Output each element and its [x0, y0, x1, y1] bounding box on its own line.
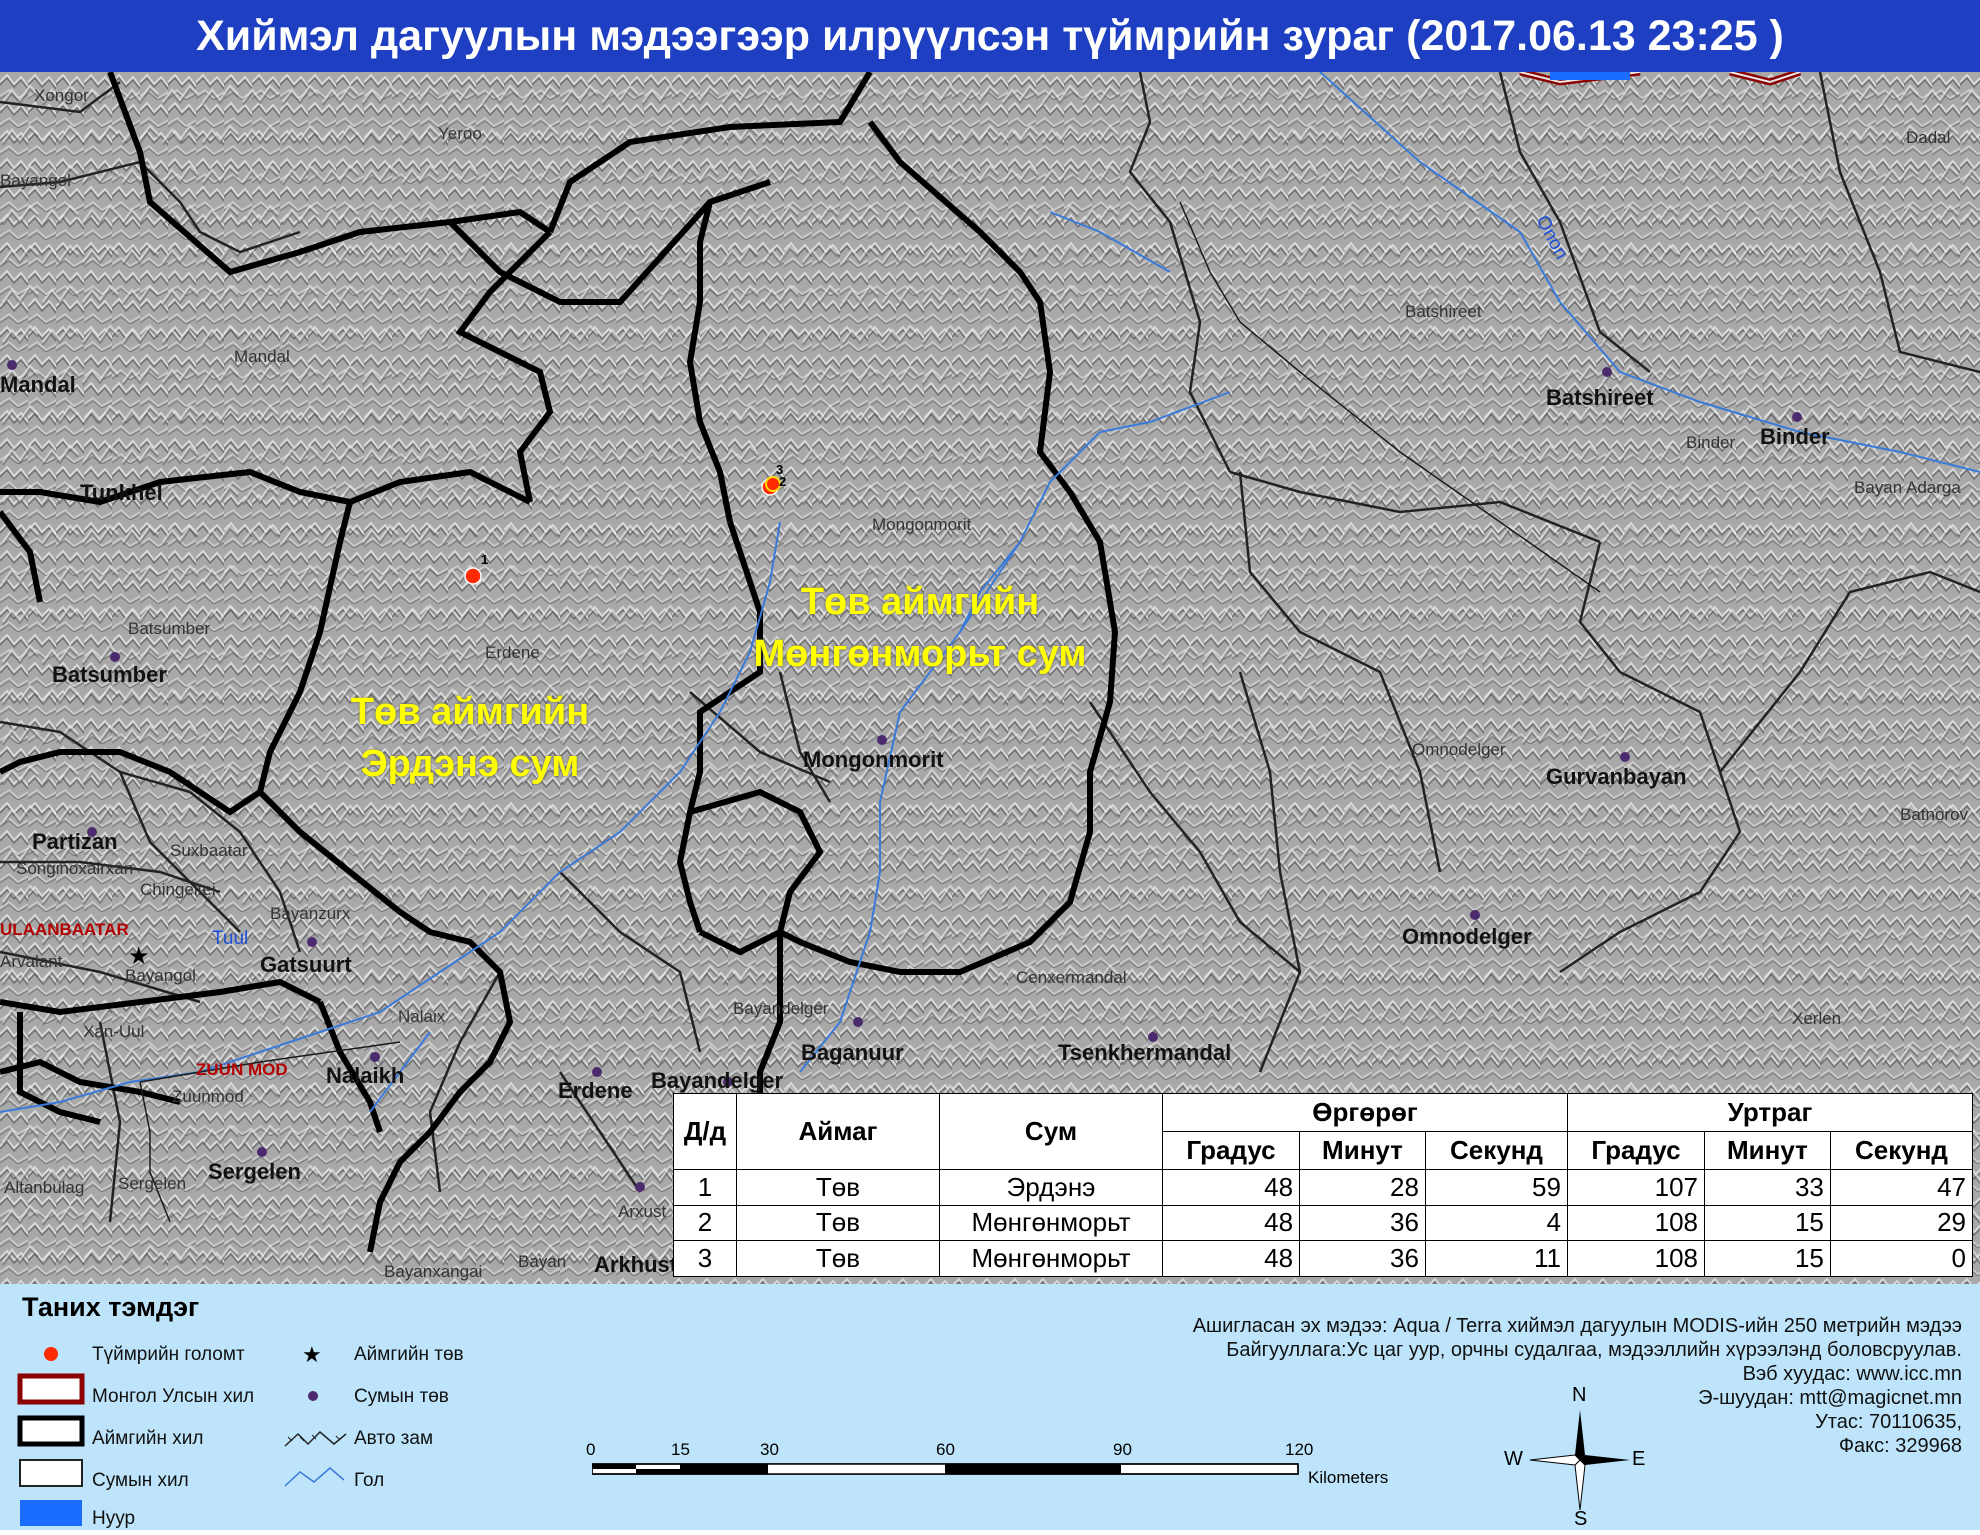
soum-label: Tsenkhermandal: [1058, 1040, 1232, 1065]
place-label: Bayandelger: [733, 999, 829, 1018]
place-label: Mongonmorit: [872, 515, 972, 534]
map-title: Хиймэл дагуулын мэдээгээр илрүүлсэн түйм…: [196, 11, 1784, 60]
place-label: Bayanzurx: [270, 904, 351, 923]
col-header-lat-min: Минут: [1299, 1131, 1426, 1170]
place-label: Mandal: [234, 347, 290, 366]
soum-label: Partizan: [32, 829, 118, 854]
soum-label: Tunkhel: [80, 480, 163, 505]
place-label: Altanbulag: [4, 1178, 85, 1197]
col-header-latitude: Өргөрөг: [1162, 1093, 1568, 1132]
place-label: Nalaix: [398, 1007, 446, 1026]
soum-label: Nalaikh: [326, 1063, 405, 1088]
place-label: Bayanxangai: [384, 1262, 483, 1281]
place-label: Batnorov: [1900, 805, 1969, 824]
table-row: 2 Төв Мөнгөнморьт 48 36 4 108 15 29: [673, 1204, 1974, 1242]
legend-soum-center-label: Сумын төв: [354, 1386, 449, 1407]
soum-label: Binder: [1760, 424, 1830, 449]
place-label: Chingeltei: [140, 880, 216, 899]
compass-s: S: [1574, 1508, 1588, 1530]
place-label: Batshireet: [1405, 302, 1482, 321]
place-label: Batsumber: [128, 619, 211, 638]
soum-label: Bayandelger: [651, 1068, 784, 1093]
place-label: Bayan: [518, 1252, 567, 1271]
place-label: Xerlen: [1792, 1009, 1842, 1028]
legend-aimag-border-label: Аймгийн хил: [92, 1428, 204, 1449]
place-label: Xan-Uul: [83, 1022, 145, 1041]
col-header-lon-deg: Градус: [1566, 1131, 1706, 1170]
city-label-zuunmod: ZUUN MOD: [196, 1060, 288, 1079]
col-header-lon-sec: Секунд: [1829, 1131, 1974, 1170]
city-label-ulaanbaatar: ULAANBAATAR: [0, 920, 129, 939]
fire-point-number: 3: [776, 462, 784, 477]
col-header-lat-deg: Градус: [1161, 1131, 1301, 1170]
soum-label: Sergelen: [208, 1159, 301, 1184]
place-label: Bayangol: [0, 171, 71, 190]
place-label: Bayan Adarga: [1854, 478, 1961, 497]
fire-point-number: 1: [481, 552, 489, 567]
col-header-sum: Сум: [939, 1093, 1163, 1170]
legend-soum-border-label: Сумын хил: [92, 1470, 189, 1491]
fire-point-1: [464, 567, 482, 585]
area-label-erdene: Төв аймгийн Эрдэнэ сум: [350, 691, 590, 785]
lake: [1550, 72, 1630, 80]
soum-label: Mandal: [0, 372, 76, 397]
soum-label: Arkhust: [594, 1252, 678, 1277]
compass-n: N: [1572, 1384, 1587, 1406]
river-label-tuul: Tuul: [212, 928, 249, 949]
place-label: Arxust: [618, 1202, 667, 1221]
place-label: Suxbaatar: [170, 841, 248, 860]
legend-national-border-label: Монгол Улсын хил: [92, 1386, 255, 1407]
soum-label: Omnodelger: [1402, 924, 1532, 949]
place-label: Binder: [1686, 433, 1736, 452]
place-label: Dadal: [1906, 128, 1951, 147]
scale-unit: Kilometers: [1308, 1468, 1389, 1487]
col-header-aimag: Аймаг: [736, 1093, 940, 1170]
soum-label: Baganuur: [801, 1040, 904, 1065]
place-label: Cenxermandal: [1016, 968, 1127, 987]
scale-tick: 30: [760, 1440, 779, 1459]
col-header-no: Д/д: [673, 1093, 737, 1170]
map-title-bar: Хиймэл дагуулын мэдээгээр илрүүлсэн түйм…: [0, 0, 1980, 72]
legend-fire-label: Түймрийн голомт: [92, 1344, 245, 1365]
compass-e: E: [1632, 1448, 1646, 1470]
place-label: Songinoxairxan: [16, 859, 134, 878]
compass-w: W: [1504, 1448, 1523, 1470]
svg-text:★: ★: [302, 1343, 322, 1368]
table-row: 3 Төв Мөнгөнморьт 48 36 11 108 15 0: [673, 1240, 1974, 1277]
soum-label: Erdene: [558, 1078, 633, 1103]
area-label-mongonmorit: Төв аймгийн Мөнгөнморьт сум: [753, 581, 1087, 675]
place-label: Arvalant: [0, 952, 63, 971]
place-label: Yeroo: [438, 124, 482, 143]
legend-river-label: Гол: [354, 1470, 385, 1491]
col-header-longitude: Уртраг: [1566, 1093, 1974, 1132]
col-header-lat-sec: Секунд: [1424, 1131, 1568, 1170]
fire-point-3: [765, 476, 781, 492]
legend-road-label: Авто зам: [354, 1428, 434, 1449]
fire-coordinates-table: Д/д Аймаг Сум Өргөрөг Уртраг Градус Мину…: [673, 1093, 1974, 1277]
place-label: Omnodelger: [1412, 740, 1506, 759]
soum-label: Gurvanbayan: [1546, 764, 1687, 789]
scale-tick: 15: [671, 1440, 690, 1459]
place-label: Erdene: [485, 643, 540, 662]
table-row: 1 Төв Эрдэнэ 48 28 59 107 33 47: [673, 1169, 1974, 1206]
north-arrow-icon: N S E W: [1504, 1384, 1650, 1530]
scale-tick: 120: [1285, 1440, 1314, 1459]
soum-label: Batsumber: [52, 662, 167, 687]
place-label: Zuunmod: [172, 1087, 244, 1106]
soum-label: Batshireet: [1546, 385, 1654, 410]
legend-lake-label: Нуур: [92, 1508, 136, 1529]
scale-tick: 0: [586, 1440, 596, 1459]
scale-tick: 90: [1113, 1440, 1132, 1459]
scale-bar: 0 15 30 60 90 120 Kilometers: [580, 1440, 1480, 1520]
scale-tick: 60: [936, 1440, 955, 1459]
place-label: Bayangol: [125, 966, 196, 985]
legend-aimag-center-label: Аймгийн төв: [354, 1344, 464, 1365]
soum-label: Mongonmorit: [803, 747, 944, 772]
col-header-lon-min: Минут: [1704, 1131, 1831, 1170]
place-label: Xongor: [34, 86, 89, 105]
place-label: Sergelen: [118, 1174, 187, 1193]
soum-label: Gatsuurt: [260, 952, 352, 977]
